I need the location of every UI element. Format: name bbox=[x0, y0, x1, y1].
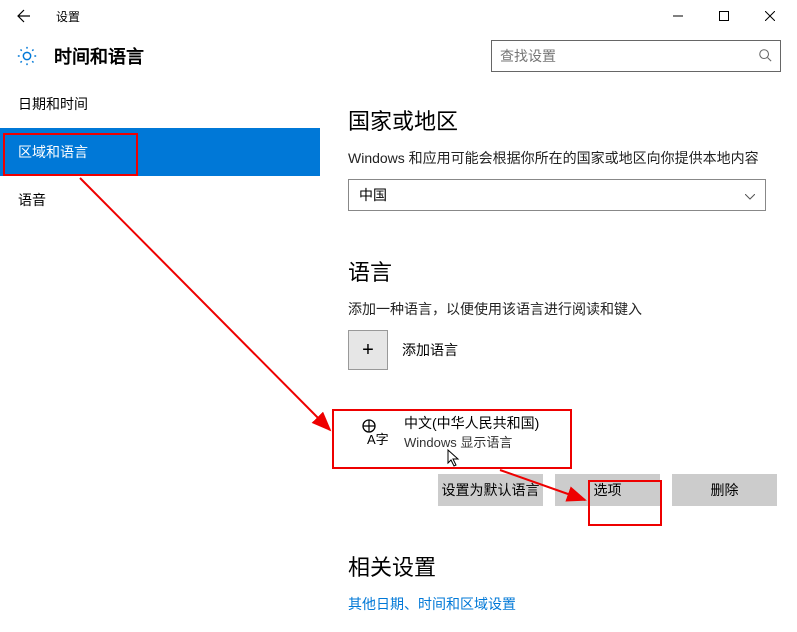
set-default-button[interactable]: 设置为默认语言 bbox=[438, 474, 543, 506]
page-title: 时间和语言 bbox=[54, 43, 144, 69]
remove-button[interactable]: 删除 bbox=[672, 474, 777, 506]
plus-icon: + bbox=[362, 339, 374, 362]
add-language-row: + 添加语言 bbox=[348, 330, 777, 370]
related-heading: 相关设置 bbox=[348, 550, 777, 582]
content: 国家或地区 Windows 和应用可能会根据你所在的国家或地区向你提供本地内容 … bbox=[320, 80, 797, 632]
language-name: 中文(中华人民共和国) bbox=[404, 414, 539, 434]
search-icon bbox=[758, 48, 772, 65]
add-language-button[interactable]: + bbox=[348, 330, 388, 370]
window-title: 设置 bbox=[56, 8, 655, 25]
search-input[interactable] bbox=[500, 48, 750, 64]
region-desc: Windows 和应用可能会根据你所在的国家或地区向你提供本地内容 bbox=[348, 148, 777, 169]
close-icon bbox=[765, 11, 775, 21]
back-arrow-icon bbox=[16, 8, 32, 24]
country-dropdown[interactable]: 中国 bbox=[348, 179, 766, 211]
options-button[interactable]: 选项 bbox=[555, 474, 660, 506]
window-controls bbox=[655, 0, 793, 32]
sidebar-item-datetime[interactable]: 日期和时间 bbox=[0, 80, 320, 128]
related-link[interactable]: 其他日期、时间和区域设置 bbox=[348, 594, 777, 614]
country-selected: 中国 bbox=[359, 185, 387, 205]
add-language-label: 添加语言 bbox=[402, 340, 458, 360]
close-button[interactable] bbox=[747, 0, 793, 32]
header: 时间和语言 bbox=[0, 32, 797, 80]
gear-icon bbox=[16, 45, 38, 67]
minimize-icon bbox=[673, 11, 683, 21]
language-text: 中文(中华人民共和国) Windows 显示语言 bbox=[404, 414, 539, 452]
sidebar-item-label: 语音 bbox=[18, 190, 46, 210]
sidebar: 日期和时间 区域和语言 语音 bbox=[0, 80, 320, 632]
titlebar: 设置 bbox=[0, 0, 797, 32]
language-sub: Windows 显示语言 bbox=[404, 434, 539, 452]
region-heading: 国家或地区 bbox=[348, 104, 777, 136]
sidebar-item-label: 区域和语言 bbox=[18, 142, 88, 162]
back-button[interactable] bbox=[4, 0, 44, 32]
sidebar-item-label: 日期和时间 bbox=[18, 94, 88, 114]
svg-text:A字: A字 bbox=[367, 432, 389, 447]
language-heading: 语言 bbox=[348, 255, 777, 287]
language-glyph-icon: A字 bbox=[358, 417, 390, 449]
language-item-chinese[interactable]: A字 中文(中华人民共和国) Windows 显示语言 bbox=[348, 402, 768, 464]
language-desc: 添加一种语言，以便使用该语言进行阅读和键入 bbox=[348, 299, 777, 320]
maximize-button[interactable] bbox=[701, 0, 747, 32]
search-box[interactable] bbox=[491, 40, 781, 72]
chevron-down-icon bbox=[745, 187, 755, 203]
header-left: 时间和语言 bbox=[16, 43, 144, 69]
maximize-icon bbox=[719, 11, 729, 21]
body: 日期和时间 区域和语言 语音 国家或地区 Windows 和应用可能会根据你所在… bbox=[0, 80, 797, 632]
sidebar-item-region-language[interactable]: 区域和语言 bbox=[0, 128, 320, 176]
sidebar-item-speech[interactable]: 语音 bbox=[0, 176, 320, 224]
language-buttons: 设置为默认语言 选项 删除 bbox=[348, 474, 777, 506]
minimize-button[interactable] bbox=[655, 0, 701, 32]
